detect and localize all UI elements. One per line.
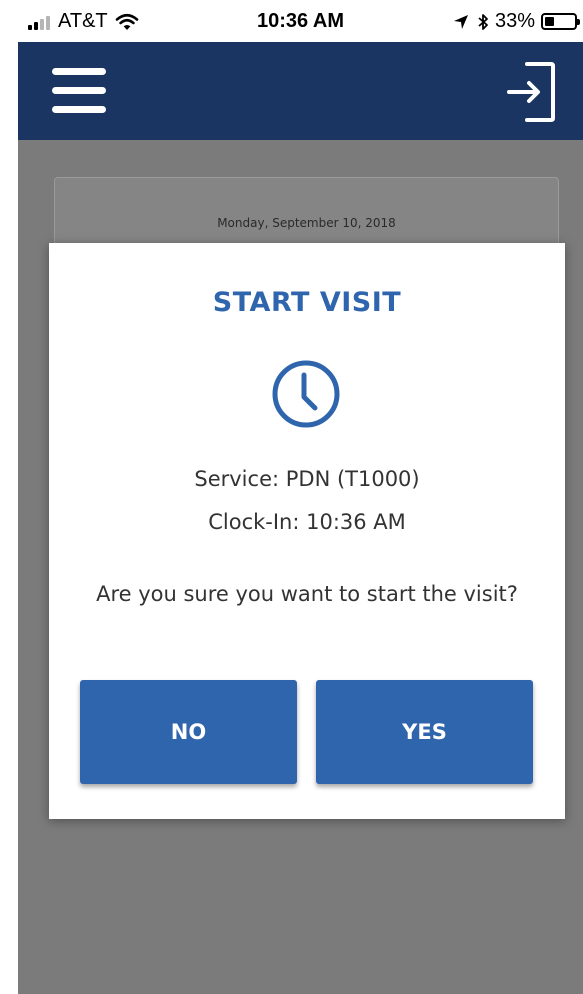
schedule-date: Monday, September 10, 2018 [217,216,396,230]
yes-button[interactable]: YES [316,680,533,784]
battery-icon [541,13,580,30]
battery-fill [545,17,554,26]
bluetooth-icon [478,13,488,30]
service-text: Service: PDN (T1000) [194,467,420,491]
clock-in-text: Clock-In: 10:36 AM [208,510,406,534]
start-visit-dialog: START VISIT Service: PDN (T1000) Clock-I… [49,243,565,819]
app-header [18,42,583,140]
dialog-title: START VISIT [212,287,402,318]
status-right: 33% [453,10,580,33]
confirm-question: Are you sure you want to start the visit… [96,582,518,606]
location-arrow-icon [453,14,468,29]
menu-icon[interactable] [52,68,106,114]
battery-percent: 33% [494,10,535,32]
logout-icon[interactable] [505,60,557,124]
no-button[interactable]: NO [80,680,297,784]
clock-icon [272,360,340,428]
status-bar: AT&T 10:36 AM 33% [18,0,583,42]
phone-screen: AT&T 10:36 AM 33% Monday, September 10, … [18,0,583,994]
